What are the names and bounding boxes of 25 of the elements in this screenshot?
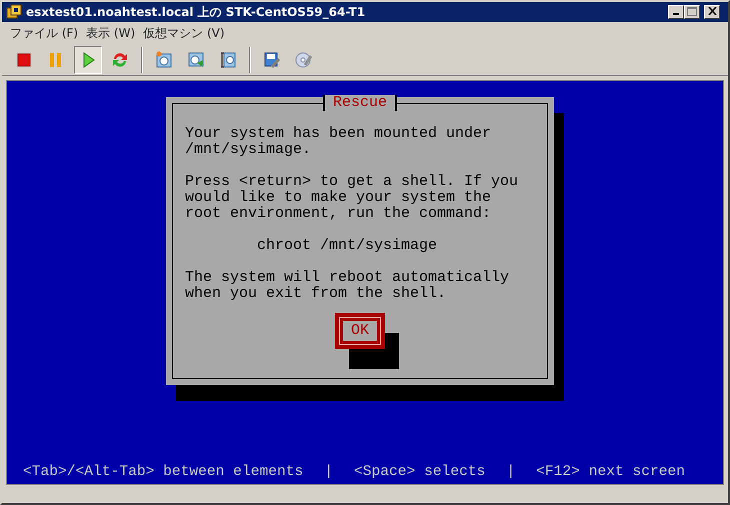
minimize-button[interactable] [668,5,684,19]
maximize-icon [687,6,697,16]
clock-icon [186,50,206,70]
menu-item[interactable]: ファイル (F) [10,24,78,42]
toolbar-button[interactable] [74,46,102,74]
clock-icon [218,50,238,70]
hint-text: <Space> selects [354,464,486,480]
close-button[interactable] [704,5,720,19]
disc-wrench-icon [294,50,314,70]
menu-item[interactable]: 仮想マシン (V) [143,24,225,42]
menu-item[interactable]: 表示 (W) [86,24,136,42]
separator-text: | [506,464,516,480]
maximize-button[interactable] [684,5,700,19]
window-title: esxtest01.noahtest.local 上の STK-CentOS59_64-T1 [26,4,366,20]
separator-text: | [324,464,334,480]
message-text: Your system has been mounted under /mnt/sysimage. [185,126,492,158]
dialog-title: Rescue [323,95,397,111]
clock-icon [154,50,174,70]
close-icon [708,7,716,16]
edit-icon [262,50,282,70]
message-text: Press <return> to get a shell. If you would like to make your system the root environment, run the command: [185,174,520,222]
hint-text: <Tab>/<Alt-Tab> between elements [23,464,304,480]
command-text: chroot /mnt/sysimage [257,238,438,254]
hint-text: <F12> next screen [536,464,686,480]
message-text: The system will reboot automatically when you exit from the shell. [185,270,510,302]
